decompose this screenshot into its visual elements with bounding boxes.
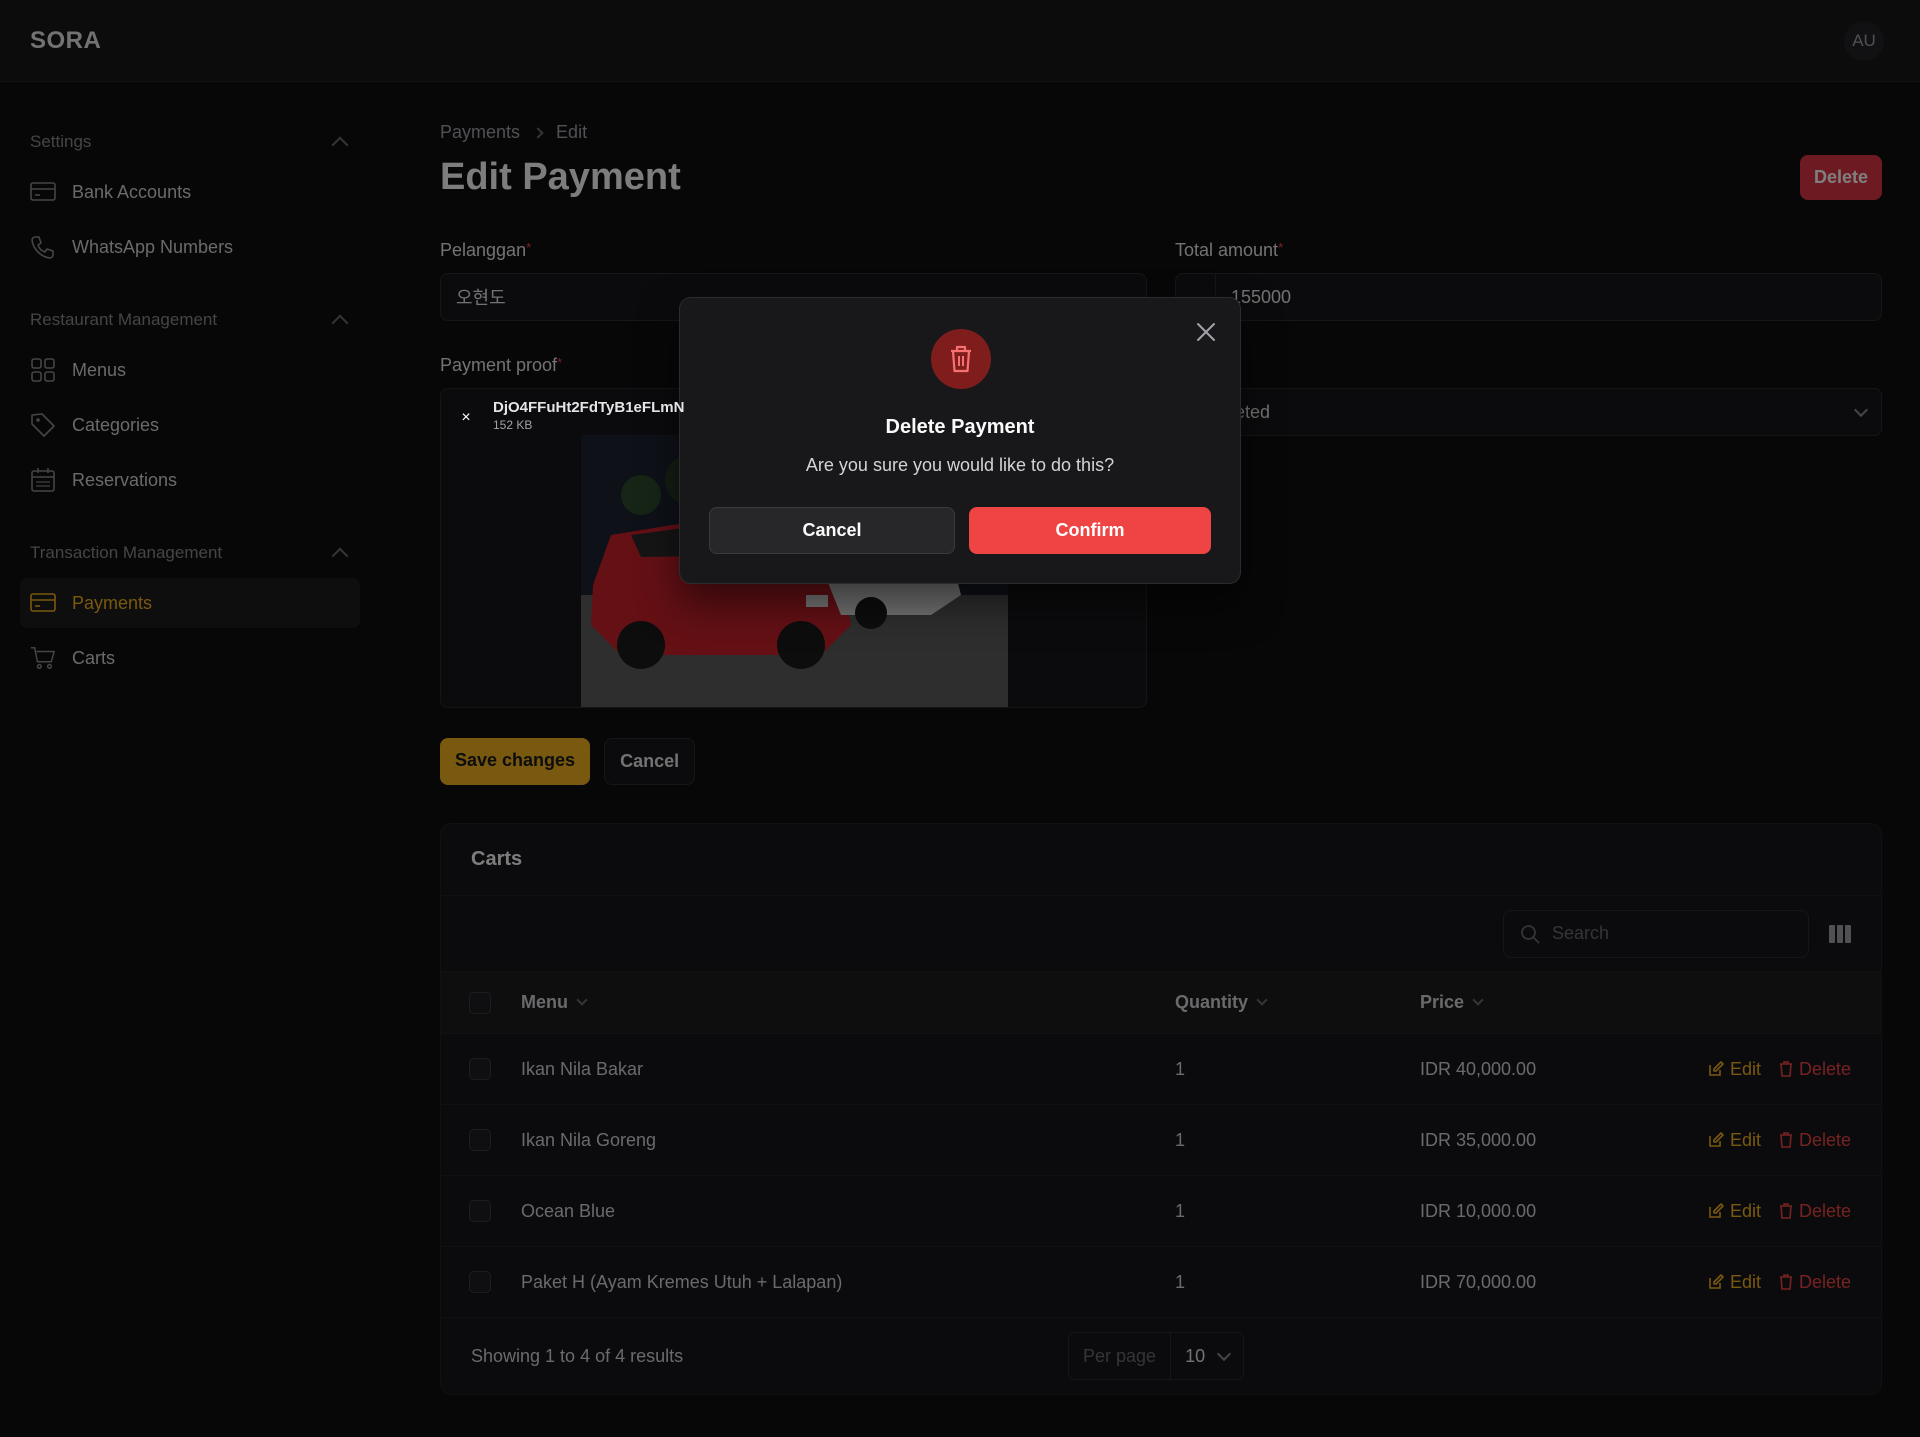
modal-description: Are you sure you would like to do this? [805,455,1115,475]
modal-cancel-button[interactable]: Cancel [709,507,955,554]
modal-title: Delete Payment [885,416,1035,438]
modal-confirm-button[interactable]: Confirm [969,507,1211,554]
remove-file-icon[interactable]: × [455,407,477,429]
file-info: × DjO4FFuHt2FdTyB1eFLmN 152 KB [455,399,684,432]
delete-payment-modal: Delete Payment Are you sure you would li… [679,297,1241,584]
file-name: DjO4FFuHt2FdTyB1eFLmN [493,399,685,416]
modal-backdrop[interactable] [0,0,1920,1437]
trash-icon [931,329,991,389]
file-size: 152 KB [493,418,533,432]
modal-actions: Cancel Confirm [709,507,1211,554]
close-icon[interactable] [1194,320,1218,344]
